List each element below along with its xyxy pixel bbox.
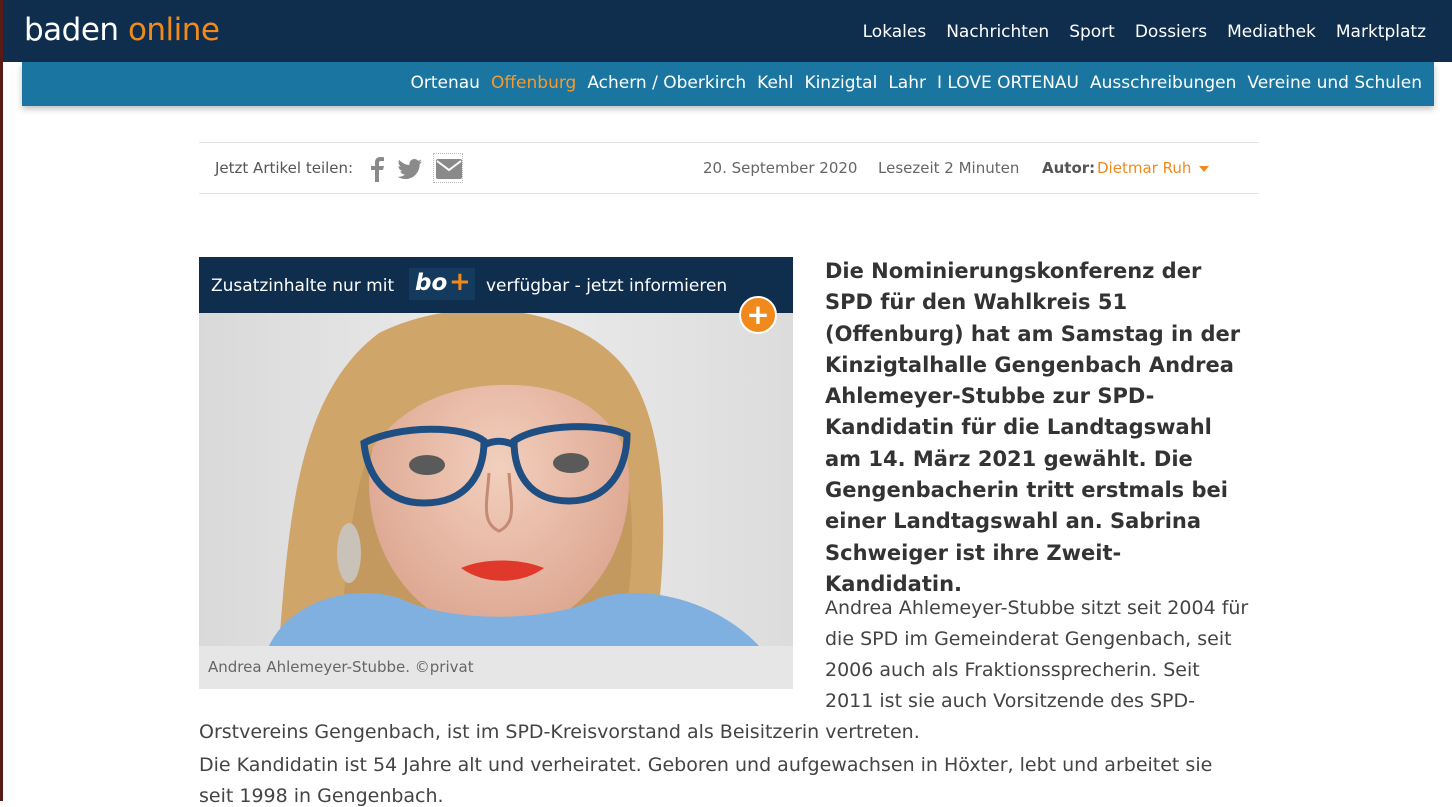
main-nav-lokales[interactable]: Lokales [863, 22, 927, 42]
plus-symbol: + [746, 298, 770, 331]
promo-text-pre: Zusatzinhalte nur mit [211, 276, 395, 296]
share-label: Jetzt Artikel teilen: [215, 159, 354, 177]
bo-badge-plus: + [449, 267, 471, 297]
twitter-icon[interactable] [397, 157, 423, 181]
sub-nav-i-love-ortenau[interactable]: I LOVE ORTENAU [937, 73, 1079, 93]
sub-nav-achern-oberkirch[interactable]: Achern / Oberkirch [587, 73, 746, 93]
body-text-line: die SPD im Gemeinderat Gengenbach, seit [825, 628, 1232, 650]
sub-nav-kinzigtal[interactable]: Kinzigtal [804, 73, 877, 93]
sub-nav-ortenau[interactable]: Ortenau [410, 73, 479, 93]
sub-nav-kehl[interactable]: Kehl [757, 73, 793, 93]
bo-badge-text: bo [415, 270, 448, 296]
premium-promo-banner[interactable]: Zusatzinhalte nur mit bo + verfügbar - j… [199, 257, 793, 313]
sub-nav-vereine-und-schulen[interactable]: Vereine und Schulen [1247, 73, 1422, 93]
author-name[interactable]: Dietmar Ruh [1097, 159, 1191, 177]
reading-time: Lesezeit 2 Minuten [878, 159, 1020, 177]
article-figure: Zusatzinhalte nur mit bo + verfügbar - j… [199, 257, 793, 689]
bo-plus-badge: bo + [409, 267, 475, 300]
sub-nav-lahr[interactable]: Lahr [888, 73, 926, 93]
body-text-line: Orstvereins Gengenbach, ist im SPD-Kreis… [199, 721, 920, 743]
body-text-line: 2006 auch als Fraktionssprecherin. Seit [825, 659, 1200, 681]
logo-word-baden: baden [24, 12, 119, 48]
plus-icon[interactable]: + [739, 296, 777, 334]
body-text-line: Die Kandidatin ist 54 Jahre alt und verh… [199, 754, 1213, 776]
facebook-icon[interactable] [367, 156, 387, 182]
main-nav-nachrichten[interactable]: Nachrichten [946, 22, 1049, 42]
site-logo[interactable]: baden online [24, 12, 220, 48]
portrait-photo[interactable] [199, 313, 793, 646]
left-edge [0, 0, 3, 801]
promo-text-post: verfügbar - jetzt informieren [486, 276, 728, 296]
sub-nav-ausschreibungen[interactable]: Ausschreibungen [1090, 73, 1236, 93]
sub-nav-bar: Ortenau Offenburg Achern / Oberkirch Keh… [22, 62, 1434, 106]
mail-icon[interactable] [433, 153, 463, 183]
body-text-line: 2011 ist sie auch Vorsitzende des SPD- [825, 690, 1195, 712]
main-nav: Lokales Nachrichten Sport Dossiers Media… [863, 22, 1426, 42]
sub-nav-offenburg[interactable]: Offenburg [491, 73, 576, 93]
chevron-down-icon[interactable] [1199, 166, 1209, 172]
body-text-line: Andrea Ahlemeyer-Stubbe sitzt seit 2004 … [825, 597, 1249, 619]
article-meta-bar: Jetzt Artikel teilen: 20. September 2020… [199, 142, 1259, 194]
main-nav-marktplatz[interactable]: Marktplatz [1336, 22, 1426, 42]
sub-nav: Ortenau Offenburg Achern / Oberkirch Keh… [410, 73, 1422, 93]
main-nav-dossiers[interactable]: Dossiers [1135, 22, 1207, 42]
logo-word-online: online [127, 12, 220, 48]
body-text-line: seit 1998 in Gengenbach. [199, 785, 444, 807]
image-caption: Andrea Ahlemeyer-Stubbe. ©privat [208, 658, 474, 676]
author-label: Autor: [1042, 159, 1096, 177]
article-date: 20. September 2020 [703, 159, 858, 177]
article-lead: Die Nominierungskonferenz der SPD für de… [825, 259, 1241, 596]
main-nav-sport[interactable]: Sport [1069, 22, 1115, 42]
site-header: baden online Lokales Nachrichten Sport D… [0, 0, 1452, 62]
main-nav-mediathek[interactable]: Mediathek [1227, 22, 1316, 42]
